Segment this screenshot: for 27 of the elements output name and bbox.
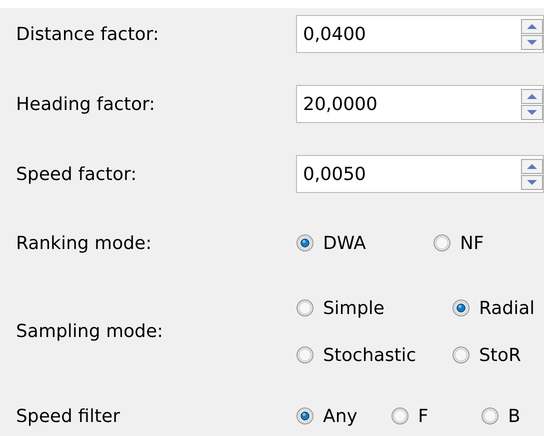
- option-label: B: [508, 404, 520, 428]
- radio-button[interactable]: [481, 407, 499, 425]
- spin-box[interactable]: 0,0400: [296, 15, 544, 53]
- radio-button[interactable]: [433, 234, 451, 252]
- group-label: Speed filter: [16, 406, 120, 426]
- radio-button[interactable]: [296, 346, 314, 364]
- radio-button[interactable]: [391, 407, 409, 425]
- option-label: F: [418, 404, 428, 428]
- group-label: Ranking mode:: [16, 232, 152, 254]
- group-label: Sampling mode:: [16, 321, 164, 342]
- radio-button[interactable]: [452, 299, 470, 317]
- option-label: NF: [460, 232, 484, 256]
- radio-button[interactable]: [296, 407, 314, 425]
- field-label: Distance factor:: [16, 24, 159, 44]
- option-label: StoR: [479, 344, 522, 368]
- field-label: Heading factor:: [16, 94, 156, 114]
- option-label: Simple: [323, 296, 384, 320]
- option-label: Stochastic: [323, 344, 416, 368]
- radio-button[interactable]: [296, 299, 314, 317]
- option-label: Radial: [479, 296, 535, 320]
- spin-box[interactable]: 20,0000: [296, 85, 544, 123]
- radio-button[interactable]: [452, 346, 470, 364]
- field-label: Speed factor:: [16, 164, 137, 184]
- spin-box[interactable]: 0,0050: [296, 155, 544, 193]
- option-label: Any: [323, 404, 358, 428]
- option-label: DWA: [323, 232, 366, 256]
- radio-button[interactable]: [296, 234, 314, 252]
